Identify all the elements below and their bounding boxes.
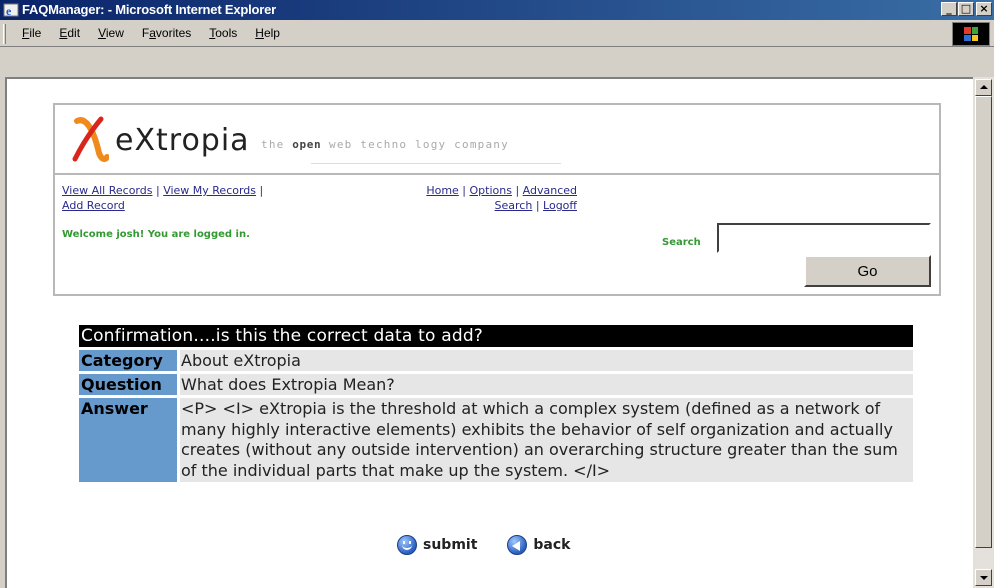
toolbar-grip[interactable]	[3, 24, 6, 44]
extropia-logo-icon	[72, 116, 109, 163]
logoff-link[interactable]: Logoff	[543, 199, 577, 212]
submit-label: submit	[423, 537, 478, 553]
window-controls: _ □ ×	[941, 2, 992, 16]
window-title-bar: e FAQManager: - Microsoft Internet Explo…	[0, 0, 994, 20]
confirmation-heading: Confirmation....is this the correct data…	[79, 325, 913, 347]
windows-logo-icon	[952, 22, 990, 46]
logo-row: eXtropia the open web techno logy compan…	[55, 105, 939, 175]
question-row: Question What does Extropia Mean?	[79, 374, 913, 395]
tagline: the open web techno logy company	[261, 138, 509, 151]
menu-tools[interactable]: Tools	[200, 26, 246, 40]
smiley-icon	[397, 535, 417, 555]
answer-row: Answer <P> <I> eXtropia is the threshold…	[79, 398, 913, 482]
minimize-button[interactable]: _	[941, 2, 957, 16]
form-actions: submit back	[397, 535, 570, 555]
category-label: Category	[79, 350, 177, 371]
menu-file[interactable]: File	[14, 26, 50, 40]
menu-items: File Edit View Favorites Tools Help	[14, 26, 289, 40]
menu-bar: File Edit View Favorites Tools Help	[0, 21, 994, 47]
question-label: Question	[79, 374, 177, 395]
close-button[interactable]: ×	[976, 2, 992, 16]
page-viewport: eXtropia the open web techno logy compan…	[5, 77, 973, 588]
ie-icon: e	[3, 3, 19, 18]
svg-text:e: e	[6, 4, 12, 18]
divider	[311, 163, 561, 164]
search-link[interactable]: Search	[495, 199, 533, 212]
view-all-records-link[interactable]: View All Records	[62, 184, 152, 197]
confirmation-table: Confirmation....is this the correct data…	[79, 325, 913, 482]
scroll-up-button[interactable]	[975, 79, 992, 96]
welcome-message: Welcome josh! You are logged in.	[62, 229, 250, 240]
search-label: Search	[662, 237, 701, 248]
answer-value: <P> <I> eXtropia is the threshold at whi…	[180, 398, 913, 482]
menu-favorites[interactable]: Favorites	[133, 26, 200, 40]
advanced-link[interactable]: Advanced	[523, 184, 577, 197]
search-input[interactable]	[717, 223, 931, 253]
menu-edit[interactable]: Edit	[50, 26, 89, 40]
vertical-scrollbar[interactable]	[973, 77, 994, 588]
back-button[interactable]: back	[507, 535, 570, 555]
window-title: FAQManager: - Microsoft Internet Explore…	[22, 2, 277, 17]
menu-help[interactable]: Help	[246, 26, 289, 40]
home-link[interactable]: Home	[426, 184, 458, 197]
nav-left: View All Records | View My Records | Add…	[62, 184, 264, 212]
options-link[interactable]: Options	[470, 184, 512, 197]
submit-button[interactable]: submit	[397, 535, 477, 555]
answer-label: Answer	[79, 398, 177, 482]
view-my-records-link[interactable]: View My Records	[163, 184, 256, 197]
menu-view[interactable]: View	[89, 26, 133, 40]
maximize-button[interactable]: □	[958, 2, 974, 16]
nav-right: Home | Options | Advanced Search | Logof…	[426, 184, 577, 212]
scroll-down-button[interactable]	[975, 569, 992, 586]
site-header: eXtropia the open web techno logy compan…	[53, 103, 941, 296]
go-button[interactable]: Go	[804, 255, 931, 287]
logo-wordmark: eXtropia	[115, 123, 250, 158]
question-value: What does Extropia Mean?	[180, 374, 913, 395]
scroll-thumb[interactable]	[975, 96, 992, 548]
back-arrow-icon	[507, 535, 528, 555]
category-row: Category About eXtropia	[79, 350, 913, 371]
category-value: About eXtropia	[180, 350, 913, 371]
back-label: back	[533, 537, 571, 553]
add-record-link[interactable]: Add Record	[62, 199, 125, 212]
